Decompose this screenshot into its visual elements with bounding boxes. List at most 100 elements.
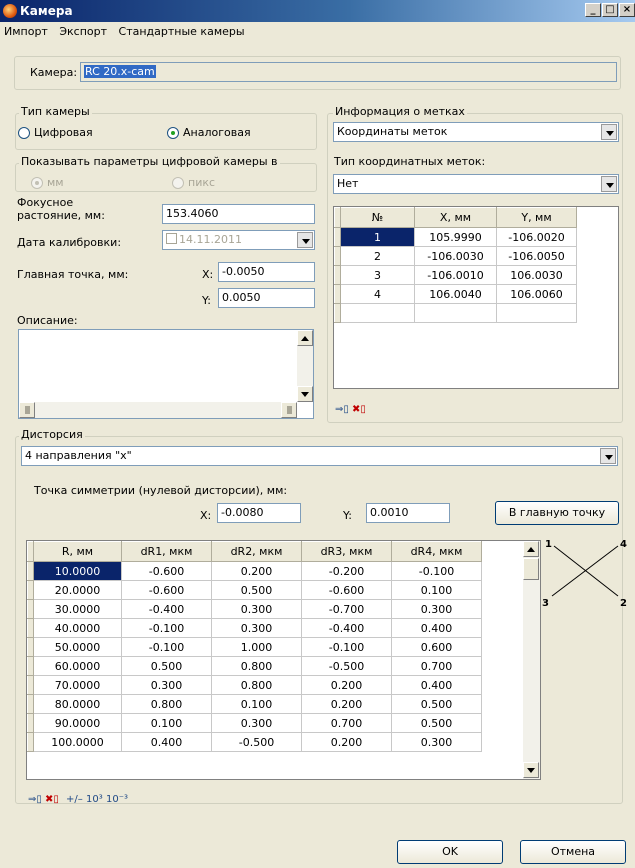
table-cell[interactable]: 4 bbox=[340, 284, 415, 304]
marks-row[interactable]: 1 105.9990 -106.0020 bbox=[334, 227, 577, 247]
menu-standard-cameras[interactable]: Стандартные камеры bbox=[119, 25, 245, 38]
table-cell[interactable]: 0.800 bbox=[211, 656, 302, 676]
column-header[interactable]: dR1, мкм bbox=[121, 541, 212, 562]
chevron-down-icon[interactable] bbox=[601, 124, 617, 140]
principal-y-field[interactable]: 0.0050 bbox=[218, 288, 315, 308]
table-cell[interactable]: -0.700 bbox=[301, 599, 392, 619]
table-cell[interactable]: 0.300 bbox=[211, 599, 302, 619]
distortion-row[interactable]: 100.0000 0.400 -0.500 0.200 0.300 bbox=[27, 732, 482, 752]
table-cell[interactable] bbox=[340, 303, 415, 323]
table-cell[interactable] bbox=[496, 303, 577, 323]
mark-type-select[interactable]: Нет bbox=[333, 174, 619, 194]
table-cell[interactable]: 0.100 bbox=[121, 713, 212, 733]
maximize-button[interactable]: □ bbox=[602, 3, 618, 17]
distortion-table[interactable]: R, мм dR1, мкм dR2, мкм dR3, мкм dR4, мкм 10… bbox=[26, 540, 541, 780]
camera-name-field[interactable]: RC 20.x-cam bbox=[80, 62, 617, 82]
scroll-right-icon[interactable] bbox=[281, 402, 297, 418]
table-cell[interactable]: 0.300 bbox=[211, 618, 302, 638]
table-cell[interactable]: -0.400 bbox=[121, 599, 212, 619]
table-cell[interactable]: -0.100 bbox=[391, 561, 482, 581]
table-cell[interactable]: 20.0000 bbox=[33, 580, 122, 600]
table-cell[interactable]: -0.500 bbox=[301, 656, 392, 676]
table-cell[interactable]: 0.700 bbox=[391, 656, 482, 676]
distortion-row[interactable]: 40.0000 -0.100 0.300 -0.400 0.400 bbox=[27, 618, 482, 638]
add-row-icon[interactable]: ⇒▯ bbox=[335, 404, 349, 415]
scroll-thumb[interactable] bbox=[523, 558, 539, 580]
table-cell[interactable]: -106.0030 bbox=[414, 246, 497, 266]
table-cell[interactable]: 0.500 bbox=[211, 580, 302, 600]
digital-radio[interactable] bbox=[18, 127, 30, 139]
chevron-down-icon[interactable] bbox=[600, 448, 616, 464]
marks-table[interactable]: № X, мм Y, мм 1 105.9990 -106.0020 2 -106.0030… bbox=[333, 206, 619, 389]
scroll-left-icon[interactable] bbox=[19, 402, 35, 418]
delete-row-icon[interactable]: ✖▯ bbox=[45, 794, 59, 805]
table-cell[interactable]: -0.600 bbox=[121, 580, 212, 600]
table-cell[interactable]: 0.400 bbox=[391, 675, 482, 695]
table-cell[interactable]: -0.200 bbox=[301, 561, 392, 581]
table-cell[interactable]: -0.600 bbox=[301, 580, 392, 600]
table-cell[interactable]: 80.0000 bbox=[33, 694, 122, 714]
table-cell[interactable]: 0.200 bbox=[301, 732, 392, 752]
distortion-row[interactable]: 70.0000 0.300 0.800 0.200 0.400 bbox=[27, 675, 482, 695]
table-cell[interactable]: -0.600 bbox=[121, 561, 212, 581]
table-cell[interactable] bbox=[414, 303, 497, 323]
chevron-down-icon[interactable] bbox=[601, 176, 617, 192]
negate-values-button[interactable]: +/– bbox=[66, 794, 83, 805]
table-cell[interactable]: 2 bbox=[340, 246, 415, 266]
menu-import[interactable]: Импорт bbox=[4, 25, 48, 38]
close-button[interactable]: × bbox=[619, 3, 635, 17]
marks-row[interactable]: 3 -106.0010 106.0030 bbox=[334, 265, 577, 285]
title-bar[interactable]: Камера bbox=[0, 0, 635, 22]
table-cell[interactable]: 0.200 bbox=[301, 675, 392, 695]
menu-export[interactable]: Экспорт bbox=[59, 25, 107, 38]
distortion-row[interactable]: 30.0000 -0.400 0.300 -0.700 0.300 bbox=[27, 599, 482, 619]
marks-row[interactable]: 2 -106.0030 -106.0050 bbox=[334, 246, 577, 266]
column-header[interactable]: X, мм bbox=[414, 207, 497, 228]
table-cell[interactable]: 0.300 bbox=[211, 713, 302, 733]
table-cell[interactable]: 0.800 bbox=[211, 675, 302, 695]
table-cell[interactable]: 30.0000 bbox=[33, 599, 122, 619]
distortion-row[interactable]: 10.0000 -0.600 0.200 -0.200 -0.100 bbox=[27, 561, 482, 581]
table-cell[interactable]: 1.000 bbox=[211, 637, 302, 657]
px-radio[interactable] bbox=[172, 177, 184, 189]
table-cell[interactable]: 0.400 bbox=[121, 732, 212, 752]
scroll-up-icon[interactable] bbox=[523, 541, 539, 557]
table-cell[interactable]: -0.100 bbox=[301, 637, 392, 657]
to-principal-point-button[interactable]: В главную точку bbox=[495, 501, 619, 525]
scroll-down-icon[interactable] bbox=[297, 386, 313, 402]
table-cell[interactable]: 0.600 bbox=[391, 637, 482, 657]
distortion-row[interactable]: 50.0000 -0.100 1.000 -0.100 0.600 bbox=[27, 637, 482, 657]
table-cell[interactable]: -106.0020 bbox=[496, 227, 577, 247]
column-header[interactable]: Y, мм bbox=[496, 207, 577, 228]
table-cell[interactable]: 0.200 bbox=[301, 694, 392, 714]
column-header[interactable]: № bbox=[340, 207, 415, 228]
table-cell[interactable]: 1 bbox=[340, 227, 415, 247]
table-cell[interactable]: 106.0060 bbox=[496, 284, 577, 304]
column-header[interactable]: dR2, мкм bbox=[211, 541, 302, 562]
multiply-1000-button[interactable]: 10³ bbox=[86, 794, 103, 805]
table-cell[interactable]: 50.0000 bbox=[33, 637, 122, 657]
focal-length-field[interactable]: 153.4060 bbox=[162, 204, 315, 224]
table-cell[interactable]: 0.500 bbox=[121, 656, 212, 676]
minimize-button[interactable]: _ bbox=[585, 3, 601, 17]
distortion-mode-select[interactable]: 4 направления "х" bbox=[21, 446, 618, 466]
table-cell[interactable]: -106.0050 bbox=[496, 246, 577, 266]
marks-row[interactable] bbox=[334, 303, 577, 323]
distortion-row[interactable]: 90.0000 0.100 0.300 0.700 0.500 bbox=[27, 713, 482, 733]
distortion-row[interactable]: 80.0000 0.800 0.100 0.200 0.500 bbox=[27, 694, 482, 714]
table-cell[interactable]: -0.100 bbox=[121, 618, 212, 638]
table-cell[interactable]: 0.300 bbox=[391, 599, 482, 619]
table-cell[interactable]: 0.300 bbox=[391, 732, 482, 752]
table-cell[interactable]: -106.0010 bbox=[414, 265, 497, 285]
principal-x-field[interactable]: -0.0050 bbox=[218, 262, 315, 282]
table-cell[interactable]: 0.100 bbox=[391, 580, 482, 600]
table-cell[interactable]: 100.0000 bbox=[33, 732, 122, 752]
table-cell[interactable]: 40.0000 bbox=[33, 618, 122, 638]
column-header[interactable]: dR4, мкм bbox=[391, 541, 482, 562]
table-cell[interactable]: 0.500 bbox=[391, 694, 482, 714]
mm-radio[interactable] bbox=[31, 177, 43, 189]
analog-radio[interactable] bbox=[167, 127, 179, 139]
table-cell[interactable]: -0.100 bbox=[121, 637, 212, 657]
table-cell[interactable]: -0.500 bbox=[211, 732, 302, 752]
symmetry-y-field[interactable]: 0.0010 bbox=[366, 503, 450, 523]
